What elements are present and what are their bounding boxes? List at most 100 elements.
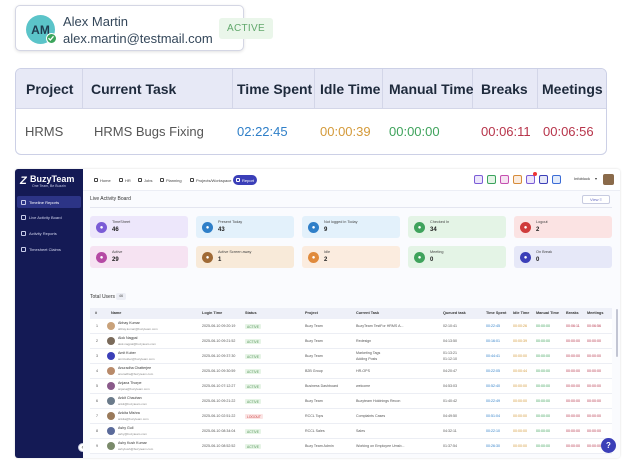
row-breaks: 00:00:00	[566, 399, 580, 403]
stat-icon: ●	[308, 222, 319, 233]
row-breaks: 00:00:00	[566, 444, 580, 448]
row-manual-time: 00:00:00	[536, 384, 550, 388]
row-index: 6	[96, 399, 98, 403]
table-row[interactable]: 4 Anuradha Chatterjee anuradha@buzyteam.co…	[90, 364, 612, 379]
row-email: ashy@buzyteam.com	[118, 432, 147, 436]
chat-icon[interactable]	[487, 175, 496, 184]
user-menu[interactable]: Infoblock	[574, 176, 590, 181]
table-row[interactable]: 3 Amit Kuber amit.kuber@buzyteam.com 2025-0…	[90, 349, 612, 364]
row-meetings: 00:00:00	[587, 339, 601, 343]
col-current-task: Current Task	[356, 311, 380, 315]
table-row[interactable]: 6 Ankit Chauhan ankit@buzyteam.com 2025-06-…	[90, 394, 612, 409]
task-icon[interactable]	[513, 175, 522, 184]
scrollbar[interactable]	[616, 309, 618, 357]
total-users-count: 46	[116, 293, 126, 300]
col-name: Name	[111, 311, 122, 315]
nav-jobs[interactable]: Jobs	[135, 175, 155, 185]
notification-dot	[533, 172, 537, 176]
sidebar-item-timeline-reports[interactable]: Timeline Reports	[17, 196, 81, 208]
avatar	[107, 352, 115, 360]
calendar-icon[interactable]	[500, 175, 509, 184]
view-button[interactable]: View ≡	[582, 195, 610, 204]
sidebar-item-timesheet-claims[interactable]: Timesheet Claims	[17, 243, 81, 255]
bell-icon[interactable]	[526, 175, 535, 184]
stat-icon: ●	[202, 252, 213, 263]
row-manual-time: 00:00:00	[536, 354, 550, 358]
apps-icon[interactable]	[474, 175, 483, 184]
header-breaks: Breaks	[481, 81, 528, 97]
chevron-down-icon: ▾	[595, 176, 598, 181]
stat-card[interactable]: ● TimeSheet 46	[90, 216, 188, 238]
row-project: Buzy Team Admin	[305, 444, 334, 448]
row-login-time: 2025-06-10 09:21:22	[202, 399, 236, 403]
col-time-spent: Time Spent	[486, 311, 507, 315]
nav-hr[interactable]: HR	[116, 175, 134, 185]
row-project: Business Dashboard	[305, 384, 339, 388]
table-row[interactable]: 5 Anjana Thorpe anjana@buzyteam.com 2025-06…	[90, 379, 612, 394]
row-current-task: Complaints Cases	[356, 414, 386, 418]
user-avatar[interactable]	[603, 174, 614, 185]
nav-planning[interactable]: Planning	[157, 175, 185, 185]
stat-label: Checked In	[430, 220, 450, 224]
nav-report[interactable]: Report	[233, 175, 258, 185]
stat-label: Present Today	[218, 220, 243, 224]
help-button[interactable]: ?	[601, 438, 616, 453]
settings-icon[interactable]	[552, 175, 561, 184]
online-check-icon	[46, 33, 57, 44]
stat-card[interactable]: ● On Break 0	[514, 246, 612, 268]
sidebar-item-live-activity-board[interactable]: Live Activity Board	[17, 211, 81, 223]
nav-projects-workspace[interactable]: Projects/Workspace	[187, 175, 235, 185]
stat-card[interactable]: ● Meeting 0	[408, 246, 506, 268]
table-row[interactable]: 1 Abhay Kumar abhay.kumar@buzyteam.com 2025…	[90, 319, 612, 334]
row-project: RCCL Tops	[305, 414, 324, 418]
row-index: 1	[96, 324, 98, 328]
stat-card[interactable]: ● Present Today 43	[196, 216, 294, 238]
row-project: Buzy Team	[305, 324, 323, 328]
row-email: ankita@buzyteam.com	[118, 417, 149, 421]
col-index: #	[95, 311, 98, 315]
avatar	[107, 412, 115, 420]
stat-icon: ●	[414, 252, 425, 263]
row-email: alok.nagpal@buzyteam.com	[118, 342, 156, 346]
stat-card[interactable]: ● Checked In 34	[408, 216, 506, 238]
header-project: Project	[26, 81, 74, 97]
row-manual-time: 00:00:00	[536, 369, 550, 373]
col-meetings: Meetings	[587, 311, 604, 315]
stat-value: 0	[536, 257, 540, 263]
row-idle-time: 00:00:00	[513, 414, 527, 418]
table-row[interactable]: 8 Ashy Gull ashy@buzyteam.com 2025-06-10 08…	[90, 424, 612, 439]
stat-icon: ●	[414, 222, 425, 233]
row-name: Alok Nagpal	[118, 336, 138, 340]
stat-card[interactable]: ● Idle 2	[302, 246, 400, 268]
header-idle-time: Idle Time	[320, 81, 381, 97]
stat-label: Logout	[536, 220, 548, 224]
row-breaks: 00:00:00	[566, 384, 580, 388]
mail-icon[interactable]	[539, 175, 548, 184]
value-meetings: 00:06:56	[543, 124, 594, 139]
total-users-label: Total Users	[90, 294, 116, 300]
table-row[interactable]: 9 Ashy Kush Kumar ashykush@buzyteam.com 202…	[90, 439, 612, 454]
row-status-badge: ACTIVE	[245, 384, 261, 389]
row-name: Ankit Chauhan	[118, 396, 142, 400]
row-login-time: 2025-06-10 09:21:52	[202, 339, 236, 343]
row-time-spent: 00:16:01	[486, 339, 500, 343]
stat-label: Active Screen away	[218, 250, 252, 254]
row-queued-task-2: 01:12:10	[443, 357, 457, 361]
stat-card[interactable]: ● Active 29	[90, 246, 188, 268]
stat-card[interactable]: ● Not logged in Today 9	[302, 216, 400, 238]
row-queued-task: 02:10:41	[443, 324, 457, 328]
row-index: 8	[96, 429, 98, 433]
table-row[interactable]: 2 Alok Nagpal alok.nagpal@buzyteam.com 2025…	[90, 334, 612, 349]
row-project: RCCL Sales	[305, 429, 325, 433]
table-row[interactable]: 7 Ankita Mishra ankita@buzyteam.com 2025-06…	[90, 409, 612, 424]
header-manual-time: Manual Time	[389, 81, 474, 97]
value-idle-time: 00:00:39	[320, 124, 371, 139]
stat-card[interactable]: ● Active Screen away 1	[196, 246, 294, 268]
row-name: Ashy Gull	[118, 426, 134, 430]
sidebar-item-activity-reports[interactable]: Activity Reports	[17, 227, 81, 239]
row-idle-time: 00:00:00	[513, 444, 527, 448]
stat-card[interactable]: ● Logout 2	[514, 216, 612, 238]
avatar	[107, 322, 115, 330]
nav-home[interactable]: Home	[91, 175, 114, 185]
row-meetings: 00:00:00	[587, 414, 601, 418]
